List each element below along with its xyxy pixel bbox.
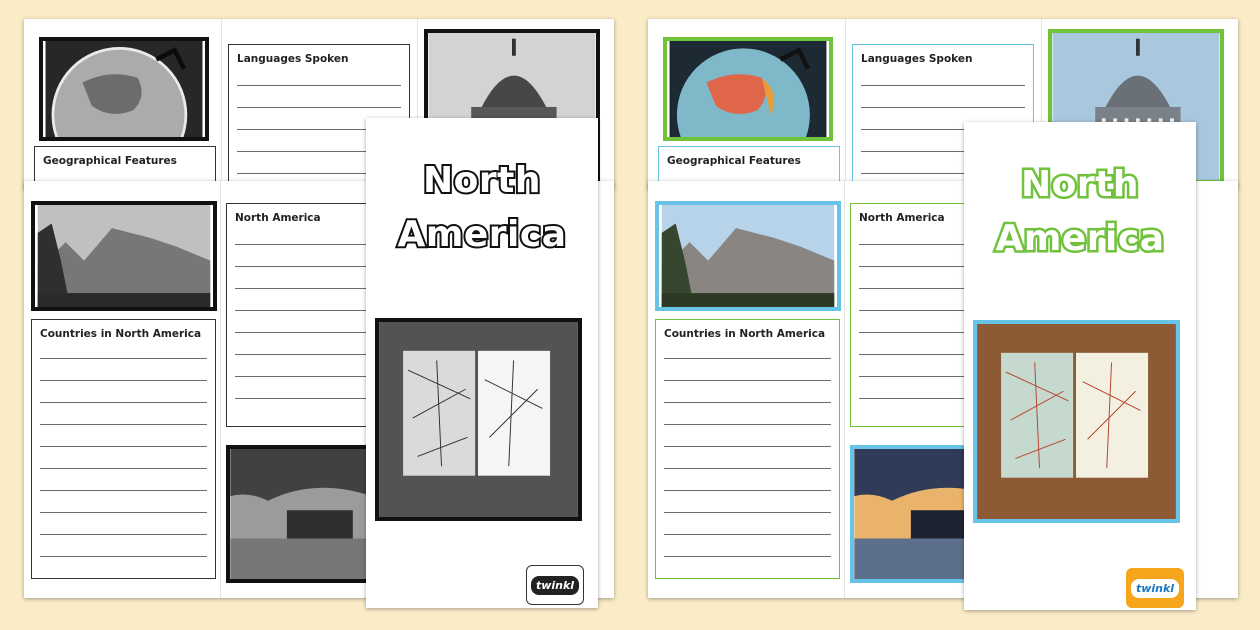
geography-title: Geographical Features: [43, 155, 177, 167]
colour-globe-photo: [663, 37, 833, 141]
globe-image: [45, 41, 203, 137]
countries-title: Countries in North America: [664, 328, 826, 340]
writing-lines: [40, 358, 207, 557]
cover-title-line2: America: [993, 216, 1167, 262]
cover-title-line2: America: [395, 212, 568, 257]
bw-globe-photo: [39, 37, 209, 141]
colour-rushmore-photo: [655, 201, 841, 311]
countries-title: Countries in North America: [40, 328, 202, 340]
colour-cover-panel: North America twinkl: [964, 122, 1196, 610]
colour-atlas-photo: [973, 320, 1180, 523]
bw-skyline-photo: [226, 445, 376, 583]
city-skyline-image: [230, 449, 372, 579]
colour-leaflet-set: Languages Spoken Geographical Features C…: [624, 0, 1254, 630]
globe-image: [669, 41, 827, 137]
geography-title: Geographical Features: [667, 155, 801, 167]
bw-atlas-photo: [375, 318, 582, 521]
languages-title: Languages Spoken: [237, 53, 349, 65]
logo-text: twinkl: [1130, 578, 1180, 598]
cover-title-line1: North: [421, 158, 542, 203]
languages-title: Languages Spoken: [861, 53, 973, 65]
colour-cover-title: North America: [964, 158, 1196, 266]
bw-cover-panel: North America twinkl: [366, 118, 598, 608]
bw-cover-title: North America: [366, 154, 598, 262]
cover-title-line1: North: [1019, 162, 1141, 208]
colour-countries-box: Countries in North America: [655, 319, 840, 579]
road-atlas-image: [379, 322, 578, 517]
road-atlas-image: [977, 324, 1176, 519]
colour-twinkl-logo: twinkl: [1126, 568, 1184, 608]
bw-rushmore-photo: [31, 201, 217, 311]
bw-leaflet-set: Languages Spoken Geographical Features C…: [0, 0, 630, 630]
logo-text: twinkl: [530, 575, 580, 595]
writing-lines: [664, 358, 831, 557]
mount-rushmore-image: [661, 205, 835, 307]
mount-rushmore-image: [37, 205, 211, 307]
bw-twinkl-logo: twinkl: [526, 565, 584, 605]
bw-countries-box: Countries in North America: [31, 319, 216, 579]
